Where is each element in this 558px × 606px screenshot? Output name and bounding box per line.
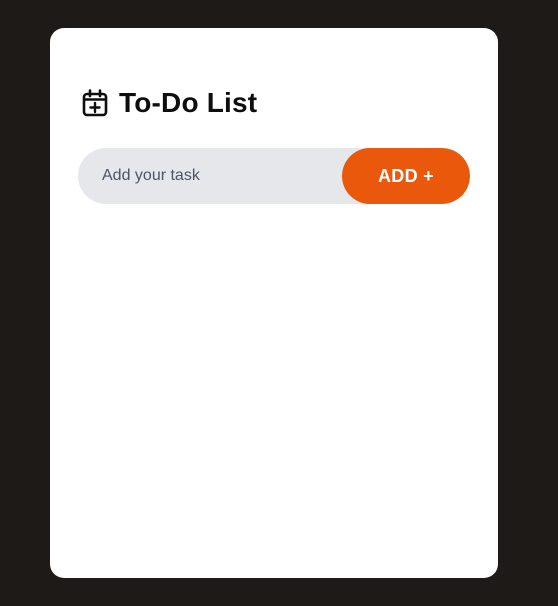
add-task-button[interactable]: ADD + <box>342 148 470 204</box>
task-list <box>78 224 470 554</box>
todo-card: To-Do List ADD + <box>50 28 498 578</box>
todo-header: To-Do List <box>81 86 257 120</box>
task-input-row: ADD + <box>78 148 470 204</box>
calendar-plus-icon <box>81 89 109 117</box>
page-title: To-Do List <box>119 87 258 118</box>
